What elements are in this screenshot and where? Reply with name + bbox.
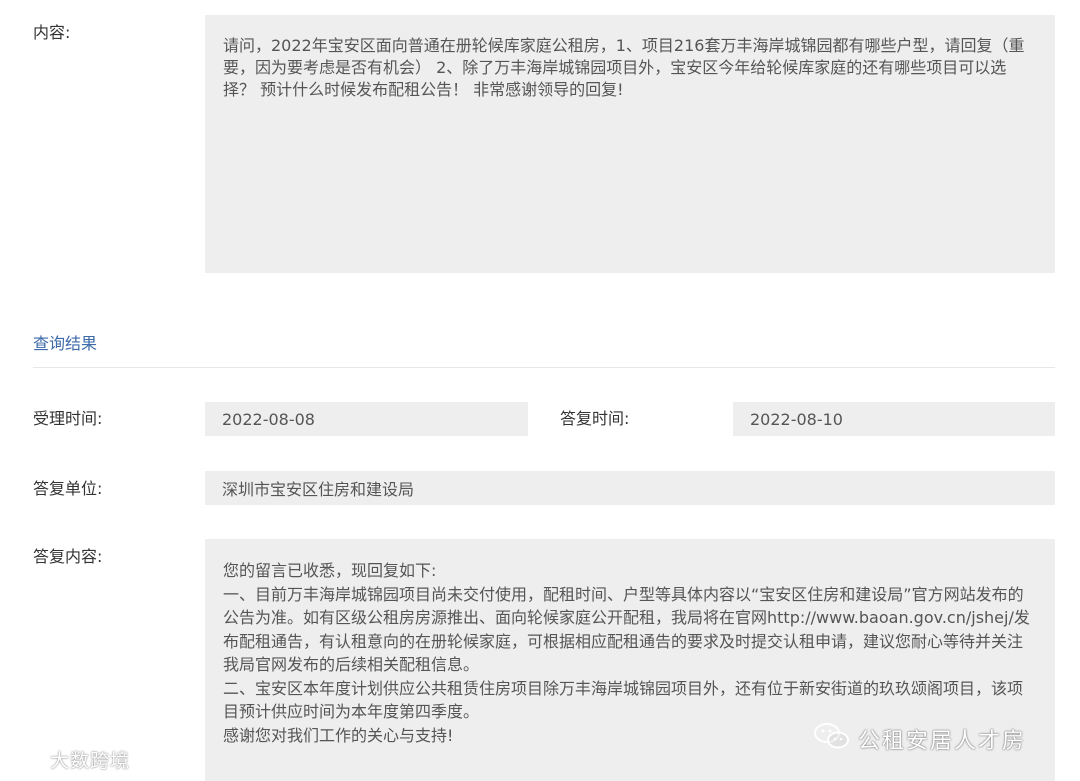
watermark-left: 大数跨境	[8, 745, 130, 774]
reply-line: 二、宝安区本年度计划供应公共租赁住房项目除万丰海岸城锦园项目外，还有位于新安街道…	[223, 678, 1024, 722]
reply-time-label: 答复时间:	[560, 409, 630, 428]
content-text: 请问，2022年宝安区面向普通在册轮候库家庭公租房，1、项目216套万丰海岸城锦…	[223, 36, 1025, 99]
reply-unit-label: 答复单位:	[33, 479, 103, 498]
weibo-icon	[8, 745, 44, 774]
wechat-icon	[812, 721, 852, 757]
content-box: 请问，2022年宝安区面向普通在册轮候库家庭公租房，1、项目216套万丰海岸城锦…	[205, 15, 1055, 273]
accept-time-label: 受理时间:	[33, 409, 103, 428]
section-title-query-result: 查询结果	[33, 334, 98, 353]
section-divider	[33, 367, 1055, 368]
reply-line: 您的留言已收悉，现回复如下:	[223, 561, 437, 580]
watermark-left-text: 大数跨境	[50, 750, 131, 772]
reply-time-field: 2022-08-10	[733, 402, 1055, 436]
watermark-right-text: 公租安居人才房	[858, 729, 1027, 754]
content-label: 内容:	[33, 23, 71, 42]
reply-content-label: 答复内容:	[33, 547, 103, 566]
watermark-right: 公租安居人才房	[812, 721, 1026, 757]
reply-unit-field: 深圳市宝安区住房和建设局	[205, 471, 1055, 505]
reply-line: 一、目前万丰海岸城锦园项目尚未交付使用，配租时间、户型等具体内容以“宝安区住房和…	[223, 584, 1030, 675]
accept-time-field: 2022-08-08	[205, 402, 528, 436]
